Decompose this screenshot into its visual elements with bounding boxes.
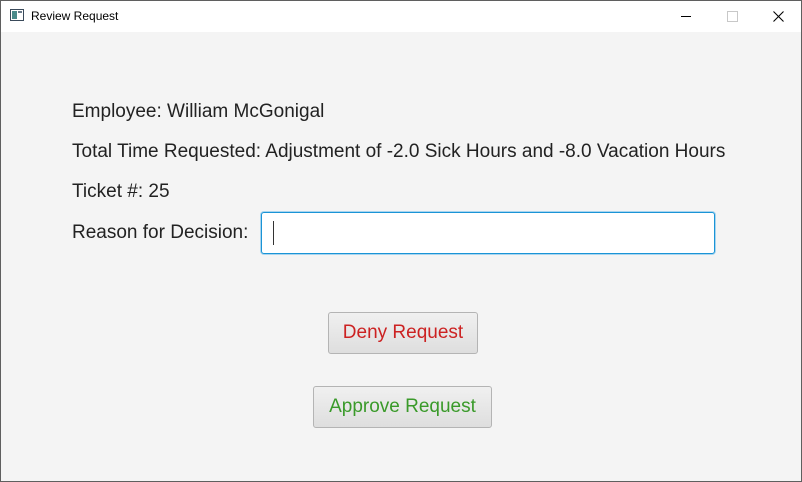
window-title: Review Request <box>31 9 119 23</box>
deny-request-button[interactable]: Deny Request <box>328 312 478 354</box>
employee-label: Employee: William McGonigal <box>72 101 325 122</box>
reason-input[interactable] <box>261 212 715 254</box>
title-bar[interactable]: Review Request <box>1 1 801 32</box>
close-icon <box>773 11 784 22</box>
maximize-button[interactable] <box>709 1 755 32</box>
close-button[interactable] <box>755 1 801 32</box>
text-cursor <box>273 221 274 245</box>
reason-label: Reason for Decision: <box>72 222 249 243</box>
form-area: Employee: William McGonigal Total Time R… <box>1 32 801 481</box>
approve-request-button[interactable]: Approve Request <box>313 386 492 428</box>
app-icon <box>10 9 24 21</box>
time-requested-label: Total Time Requested: Adjustment of -2.0… <box>72 141 726 162</box>
minimize-button[interactable] <box>663 1 709 32</box>
ticket-label: Ticket #: 25 <box>72 181 170 202</box>
review-request-window: Review Request Employee: William McGonig… <box>0 0 802 482</box>
